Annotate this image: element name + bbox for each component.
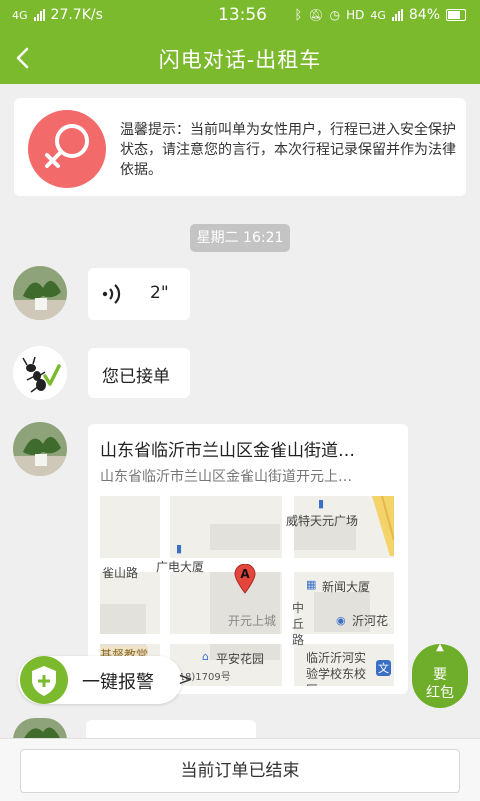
red-packet-button[interactable]: ▲ 要 红包 — [412, 642, 468, 708]
title-bar: 闪电对话-出租车 — [0, 32, 480, 84]
avatar[interactable] — [13, 266, 67, 320]
voice-duration: 2" — [150, 283, 169, 303]
shield-plus-icon — [18, 656, 70, 704]
voice-icon — [102, 284, 121, 304]
notice-text: 温馨提示：当前叫单为女性用户，行程已进入安全保护状态，请注意您的言行，本次行程记… — [120, 122, 456, 178]
clock: 13:56 — [218, 5, 267, 25]
map-poi-icon: ▮ — [318, 497, 325, 510]
map-poi-icon: ▦ — [306, 578, 317, 591]
map-poi-icon: ◉ — [336, 614, 346, 627]
mute-icon: 🔕︎ — [308, 8, 324, 22]
network-type-2: 4G — [370, 8, 386, 22]
chevron-up-icon: ▲ — [436, 642, 444, 653]
map-poi-icon: ▮ — [176, 542, 183, 555]
map-label: 广电大厦 — [156, 560, 205, 574]
bluetooth-icon: ᛒ — [294, 7, 303, 23]
message-bubble-partial[interactable] — [86, 720, 256, 740]
map-label: 临沂沂河实验学校东校区 — [306, 651, 367, 686]
red-packet-label-2: 红包 — [426, 685, 454, 701]
location-title: 山东省临沂市兰山区金雀山街道… — [100, 441, 355, 461]
signal-icon-2 — [391, 9, 403, 21]
bottom-bar: 当前订单已结束 — [0, 738, 480, 801]
female-icon — [28, 110, 106, 188]
hd-label: HD — [346, 8, 365, 22]
map-marker-icon: A — [234, 563, 256, 594]
system-avatar[interactable] — [13, 346, 67, 400]
location-address: 山东省临沂市兰山区金雀山街道开元上… — [100, 469, 352, 485]
message-timestamp: 星期二 16:21 — [190, 224, 290, 252]
map-label: 开元上城 — [228, 614, 277, 628]
map-text-badge: 文 — [376, 660, 391, 676]
map-label: 威特天元广场 — [286, 514, 359, 528]
map-label: 平安花园 — [216, 652, 265, 666]
text-message-bubble[interactable]: 您已接单 — [88, 348, 190, 398]
order-ended-button[interactable]: 当前订单已结束 — [20, 749, 460, 793]
chevron-right-icon: > — [178, 669, 194, 690]
battery-icon — [446, 9, 466, 21]
avatar[interactable] — [13, 422, 67, 476]
network-type: 4G — [12, 8, 28, 22]
status-bar: 4G 27.7K/s 13:56 ᛒ 🔕︎ ◷ HD 4G 84% — [0, 0, 480, 32]
voice-message-bubble[interactable]: 2" — [88, 268, 190, 320]
network-speed: 27.7K/s — [50, 7, 103, 23]
battery-percent: 84% — [408, 7, 440, 23]
map-label: 沂河花 — [352, 614, 389, 628]
page-title: 闪电对话-出租车 — [158, 48, 322, 72]
map-label: 雀山路 — [102, 566, 139, 580]
ant-logo-icon — [13, 346, 67, 400]
map-poi-icon: ⌂ — [202, 650, 209, 663]
message-text: 您已接单 — [102, 367, 170, 387]
map-label: 新闻大厦 — [322, 580, 371, 594]
alarm-label: 一键报警 — [82, 672, 154, 693]
one-key-alarm-button[interactable]: 一键报警 > — [18, 656, 193, 704]
alarm-clock-icon: ◷ — [329, 8, 341, 22]
signal-icon — [33, 9, 45, 21]
avatar[interactable] — [13, 718, 67, 740]
map-marker-label: A — [240, 567, 250, 581]
safety-notice-card: 温馨提示：当前叫单为女性用户，行程已进入安全保护状态，请注意您的言行，本次行程记… — [14, 98, 466, 196]
map-label: 中丘路 — [292, 601, 305, 647]
red-packet-label-1: 要 — [433, 667, 447, 683]
